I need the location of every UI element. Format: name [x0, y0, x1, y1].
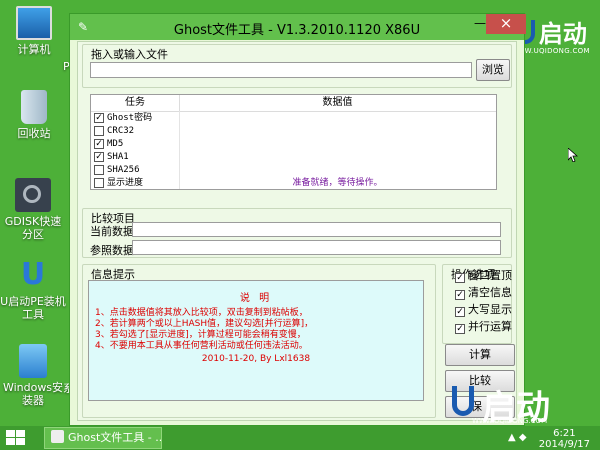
- task-name: CRC32: [107, 126, 135, 136]
- reference-data-label: 参照数据: [90, 244, 134, 257]
- desktop-icon-computer[interactable]: 计算机: [2, 6, 66, 56]
- windows-logo-icon: [16, 438, 25, 445]
- task-checkbox[interactable]: ✓: [94, 152, 104, 162]
- desktop-icon-label: Windows安装器: [2, 381, 64, 407]
- disk-icon: [15, 178, 51, 212]
- info-signature: 2010-11-20, By Lxl1638: [201, 354, 311, 364]
- desktop-icon-label: GDISK快速分区: [4, 215, 62, 241]
- tray-icons[interactable]: ▲ ◆: [508, 432, 527, 443]
- option-checkbox[interactable]: ✓: [455, 307, 465, 317]
- task-name: 显示进度: [107, 178, 144, 188]
- desktop-icon-label: U启动PE装机工具: [0, 295, 66, 321]
- u-logo-icon: [452, 386, 474, 416]
- option-checkbox[interactable]: ✓: [455, 324, 465, 334]
- task-name: SHA256: [107, 165, 140, 175]
- clock-time: 6:21: [553, 428, 576, 439]
- task-checkbox[interactable]: [94, 165, 104, 175]
- compute-button[interactable]: 计算: [445, 344, 515, 366]
- desktop-icon-label: 回收站: [17, 127, 51, 140]
- app-icon: [51, 430, 64, 443]
- windows-logo-icon: [16, 430, 25, 437]
- windows-logo-icon: [6, 430, 15, 437]
- info-text-area: 说 明 1、点击数据值将其放入比较项，双击复制到粘帖板， 2、若计算两个或以上H…: [88, 280, 424, 401]
- ghost-tool-window: ✎ Ghost文件工具 - V1.3.2010.1120 X86U — × 拖入…: [69, 13, 526, 426]
- task-row[interactable]: ✓ MD5: [91, 138, 496, 150]
- option-checkbox[interactable]: ✓: [455, 273, 465, 283]
- info-line: 3、若勾选了[显示进度]，计算过程可能会稍有变慢，: [95, 330, 306, 340]
- browse-button[interactable]: 浏览: [476, 59, 510, 81]
- file-group-label: 拖入或输入文件: [91, 48, 168, 61]
- clock-date: 2014/9/17: [538, 439, 590, 450]
- start-button[interactable]: [6, 430, 26, 446]
- column-header-task: 任务: [91, 95, 180, 112]
- task-checkbox[interactable]: [94, 126, 104, 136]
- windows-logo-icon: [6, 438, 15, 445]
- brand-url: WWW.UQIDONG.COM: [472, 417, 548, 425]
- current-data-field[interactable]: [132, 222, 501, 237]
- title-bar[interactable]: ✎ Ghost文件工具 - V1.3.2010.1120 X86U — ×: [70, 14, 526, 40]
- status-text: 准备就绪，等待操作。: [292, 178, 383, 188]
- desktop-icon-windows-installer[interactable]: Windows安装器: [0, 344, 66, 407]
- column-header-value: 数据值: [179, 95, 496, 112]
- task-row[interactable]: CRC32: [91, 125, 496, 137]
- task-row[interactable]: 显示进度 准备就绪，等待操作。: [91, 177, 496, 189]
- task-list: 任务 数据值 ✓ Ghost密码 CRC32 ✓ MD5 ✓ SHA1 SHA2…: [90, 94, 497, 190]
- windows-installer-icon: [19, 344, 47, 378]
- taskbar: Ghost文件工具 - ... ▲ ◆ 6:21 2014/9/17: [0, 426, 600, 450]
- option-label: 窗口置顶: [468, 269, 512, 282]
- option-label: 大写显示: [468, 303, 512, 316]
- taskbar-item-label: Ghost文件工具 - ...: [68, 431, 162, 444]
- taskbar-item-ghost-tool[interactable]: Ghost文件工具 - ...: [44, 427, 162, 449]
- clock[interactable]: 6:21 2014/9/17: [539, 428, 590, 450]
- brand-text: 启动: [538, 20, 587, 48]
- option-label: 清空信息: [468, 286, 512, 299]
- desktop-icon-gdisk[interactable]: GDISK快速分区: [0, 178, 66, 241]
- option-checkbox[interactable]: ✓: [455, 290, 465, 300]
- info-line: 2、若计算两个或以上HASH值，建议勾选[并行运算]，: [95, 319, 314, 329]
- info-line: 4、不要用本工具从事任何营利活动或任何违法活动。: [95, 341, 308, 351]
- task-checkbox[interactable]: ✓: [94, 113, 104, 123]
- option-clear-info[interactable]: ✓ 清空信息: [455, 286, 512, 300]
- current-data-label: 当前数据: [90, 225, 134, 238]
- task-name: SHA1: [107, 152, 129, 162]
- file-path-input[interactable]: [90, 62, 472, 78]
- desktop-icon-label: 计算机: [17, 43, 51, 56]
- computer-icon: [16, 6, 52, 40]
- mouse-cursor-icon: [568, 148, 578, 162]
- recycle-bin-icon: [21, 90, 47, 124]
- task-name: MD5: [107, 139, 124, 149]
- option-uppercase[interactable]: ✓ 大写显示: [455, 303, 512, 317]
- desktop-icon-recycle-bin[interactable]: 回收站: [2, 90, 66, 140]
- task-checkbox[interactable]: ✓: [94, 139, 104, 149]
- close-button[interactable]: ×: [486, 14, 526, 34]
- reference-data-field[interactable]: [132, 240, 501, 255]
- desktop-icon-upe-installer[interactable]: U U启动PE装机工具: [0, 257, 66, 322]
- task-row[interactable]: ✓ Ghost密码: [91, 112, 496, 124]
- option-always-on-top[interactable]: ✓ 窗口置顶: [455, 269, 512, 283]
- brand-logo-large: 启动 WWW.UQIDONG.COM: [450, 384, 600, 428]
- option-label: 并行运算: [468, 320, 512, 333]
- info-title: 说 明: [239, 293, 273, 304]
- u-logo-icon: U: [20, 257, 46, 292]
- task-checkbox[interactable]: [94, 178, 104, 188]
- info-line: 1、点击数据值将其放入比较项，双击复制到粘帖板，: [95, 308, 308, 318]
- option-parallel[interactable]: ✓ 并行运算: [455, 320, 512, 334]
- task-row[interactable]: ✓ SHA1: [91, 151, 496, 163]
- task-row[interactable]: SHA256: [91, 164, 496, 176]
- task-name: Ghost密码: [107, 113, 153, 123]
- window-title: Ghost文件工具 - V1.3.2010.1120 X86U: [173, 23, 421, 38]
